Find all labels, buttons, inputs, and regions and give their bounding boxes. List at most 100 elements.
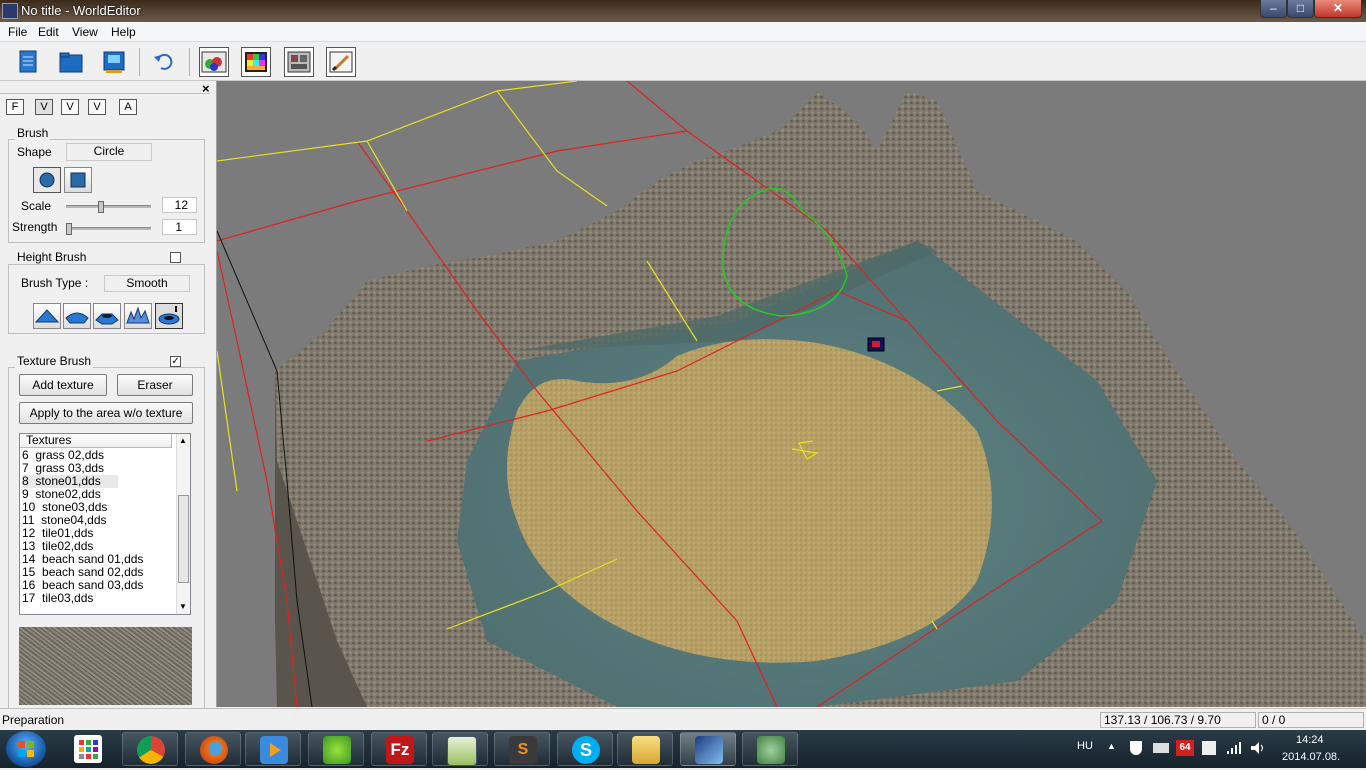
apply-area-button[interactable]: Apply to the area w/o texture — [19, 402, 193, 424]
taskbar-filezilla[interactable]: Fz — [371, 732, 427, 766]
new-file-icon[interactable] — [13, 47, 43, 77]
app-icon[interactable] — [2, 3, 18, 19]
taskbar-turtle-app[interactable] — [742, 732, 798, 766]
metro-apps-icon[interactable] — [74, 735, 102, 763]
tray-app-icon[interactable] — [1153, 743, 1169, 753]
taskbar-skype[interactable]: S — [557, 732, 613, 766]
tray-badge[interactable]: 64 — [1176, 740, 1194, 756]
scale-slider[interactable] — [66, 201, 151, 213]
scroll-down-icon[interactable]: ▼ — [179, 602, 187, 611]
maximize-button[interactable]: □ — [1287, 0, 1314, 18]
clock-date[interactable]: 2014.07.08. — [1282, 751, 1340, 763]
tray-expand-icon[interactable]: ▲ — [1107, 741, 1116, 751]
clock-time[interactable]: 14:24 — [1296, 734, 1324, 746]
action-center-icon[interactable] — [1202, 741, 1216, 755]
texture-brush-label: Texture Brush — [15, 354, 94, 368]
shape-value: Circle — [66, 143, 152, 161]
leaf-app-icon — [323, 736, 351, 764]
brush-type-value: Smooth — [104, 275, 190, 292]
toolbar-separator — [189, 48, 190, 76]
chrome-icon — [137, 736, 165, 764]
square-shape-button[interactable] — [64, 167, 92, 193]
taskbar-notepad[interactable] — [432, 732, 488, 766]
media-player-icon — [260, 736, 288, 764]
sublime-icon: S — [509, 736, 537, 764]
status-mode: Preparation — [2, 713, 65, 727]
volume-icon[interactable] — [1250, 741, 1266, 758]
paint-brush-icon[interactable] — [326, 47, 356, 77]
menu-help[interactable]: Help — [111, 25, 136, 39]
status-count: 0 / 0 — [1258, 712, 1364, 728]
panel-divider — [0, 93, 210, 94]
filezilla-icon: Fz — [386, 736, 414, 764]
texture-list-scrollbar[interactable]: ▲ ▼ — [176, 434, 190, 614]
taskbar: Fz S S HU ▲ 64 14:24 2014.07.08. — [0, 730, 1366, 768]
height-brush-checkbox[interactable] — [170, 252, 181, 263]
notepad-icon — [447, 736, 477, 766]
circle-shape-button[interactable] — [33, 167, 61, 193]
object-grid-icon[interactable] — [284, 47, 314, 77]
scale-value[interactable]: 12 — [162, 197, 197, 213]
taskbar-chrome[interactable] — [122, 732, 178, 766]
undo-icon[interactable] — [149, 47, 179, 77]
texture-preview — [19, 627, 192, 705]
start-button[interactable] — [6, 731, 46, 767]
strength-value[interactable]: 1 — [162, 219, 197, 235]
taskbar-sublime[interactable]: S — [494, 732, 550, 766]
add-texture-button[interactable]: Add texture — [19, 374, 107, 396]
raise-terrain-icon[interactable] — [33, 303, 61, 329]
close-button[interactable]: ✕ — [1314, 0, 1362, 18]
texture-list[interactable]: Textures 6 grass 02,dds 7 grass 03,dds 8 s… — [19, 433, 191, 615]
save-icon[interactable] — [99, 47, 129, 77]
menu-file[interactable]: File — [8, 25, 27, 39]
noise-terrain-icon[interactable] — [124, 303, 152, 329]
taskbar-firefox[interactable] — [185, 732, 241, 766]
smooth-terrain-icon[interactable] — [155, 303, 183, 329]
texture-palette-icon[interactable] — [241, 47, 271, 77]
terrain-view-icon[interactable] — [199, 47, 229, 77]
scale-label: Scale — [21, 199, 52, 213]
scrollbar-thumb[interactable] — [178, 495, 189, 583]
height-brush-label: Height Brush — [15, 250, 89, 264]
brush-group-label: Brush — [15, 126, 51, 140]
skype-icon: S — [572, 736, 600, 764]
strength-slider-thumb[interactable] — [66, 223, 72, 235]
language-indicator[interactable]: HU — [1077, 740, 1093, 752]
menu-bar: File Edit View Help — [0, 22, 1366, 42]
toolbar-separator — [139, 48, 140, 76]
tab-v3[interactable]: V — [88, 99, 106, 115]
shield-icon[interactable] — [1130, 741, 1142, 755]
tool-panel: × F V V V A Brush Shape Circle Scale 12 … — [0, 81, 217, 709]
network-icon[interactable] — [1226, 741, 1242, 758]
texture-list-header[interactable]: Textures — [20, 434, 172, 448]
menu-view[interactable]: View — [72, 25, 98, 39]
title-bar: No title - WorldEditor – □ ✕ — [0, 0, 1366, 22]
menu-edit[interactable]: Edit — [38, 25, 59, 39]
object-marker-core — [872, 341, 880, 347]
taskbar-media-player[interactable] — [245, 732, 301, 766]
texture-list-item[interactable]: 17 tile03,dds — [22, 592, 172, 605]
lower-terrain-icon[interactable] — [63, 303, 91, 329]
tab-f[interactable]: F — [6, 99, 24, 115]
strength-label: Strength — [12, 220, 58, 234]
worldeditor-icon — [695, 736, 723, 764]
texture-brush-checkbox[interactable]: ✓ — [170, 356, 181, 367]
toolbar — [0, 42, 1366, 81]
status-bar: Preparation 137.13 / 106.73 / 9.70 0 / 0 — [0, 708, 1366, 731]
3d-viewport[interactable] — [217, 81, 1366, 707]
tab-v1[interactable]: V — [35, 99, 53, 115]
strength-slider[interactable] — [66, 223, 151, 235]
open-folder-icon[interactable] — [56, 47, 86, 77]
tab-a[interactable]: A — [119, 99, 137, 115]
tab-v2[interactable]: V — [61, 99, 79, 115]
taskbar-worldeditor[interactable] — [680, 732, 736, 766]
taskbar-file-explorer[interactable] — [617, 732, 673, 766]
shape-label: Shape — [17, 145, 52, 159]
minimize-button[interactable]: – — [1260, 0, 1287, 18]
eraser-button[interactable]: Eraser — [117, 374, 193, 396]
status-coordinates: 137.13 / 106.73 / 9.70 — [1100, 712, 1256, 728]
taskbar-leaf-app[interactable] — [308, 732, 364, 766]
flatten-terrain-icon[interactable] — [93, 303, 121, 329]
scroll-up-icon[interactable]: ▲ — [179, 436, 187, 445]
scale-slider-thumb[interactable] — [98, 201, 104, 213]
